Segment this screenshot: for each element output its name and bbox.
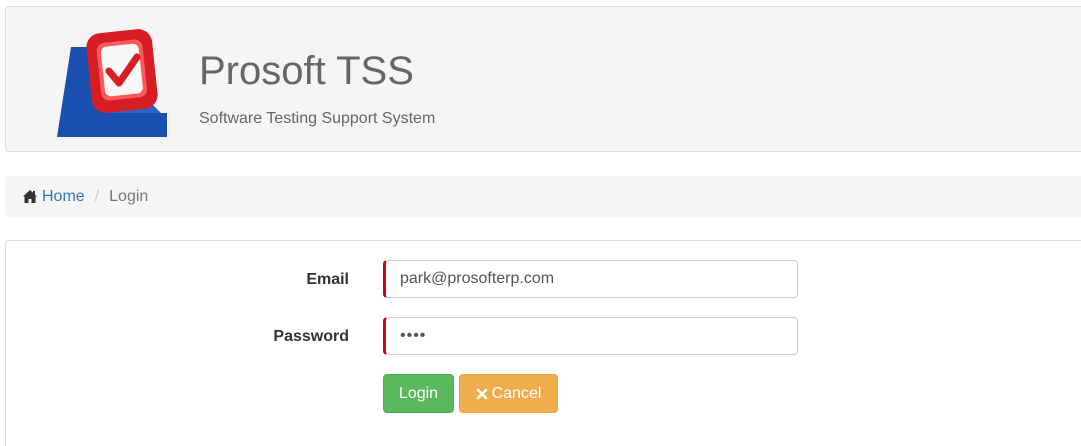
email-field[interactable] [383,260,798,298]
page: Prosoft TSS Software Testing Support Sys… [0,0,1081,446]
cancel-button-label: Cancel [491,384,542,402]
header-banner: Prosoft TSS Software Testing Support Sys… [5,6,1081,152]
login-panel: Email Password Login Cancel [5,240,1081,446]
times-icon [476,388,487,399]
app-subtitle: Software Testing Support System [199,110,436,127]
email-label: Email [306,271,349,288]
breadcrumb: Home / Login [5,176,1081,217]
breadcrumb-separator: / [94,187,100,205]
breadcrumb-home-label: Home [42,187,85,205]
breadcrumb-current: Login [109,187,149,205]
home-icon [23,190,37,203]
login-button[interactable]: Login [383,374,454,413]
password-label: Password [273,328,349,345]
cancel-button[interactable]: Cancel [459,374,558,413]
checkmark-shield-logo-icon [57,29,167,137]
password-field[interactable] [383,317,798,355]
app-title: Prosoft TSS [199,49,414,93]
breadcrumb-home-link[interactable]: Home [23,188,85,206]
